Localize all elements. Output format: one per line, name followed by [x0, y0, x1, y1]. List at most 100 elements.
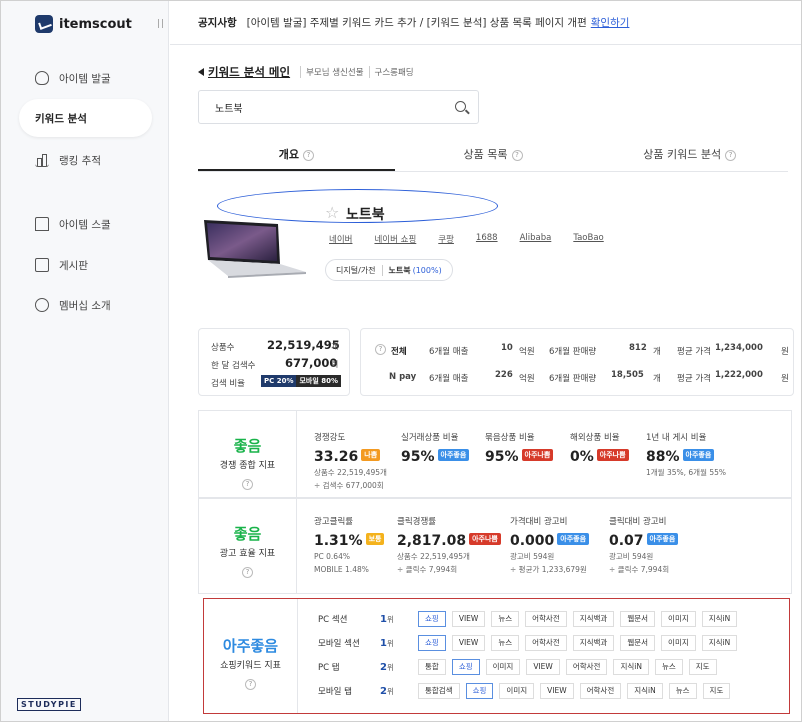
link-taobao[interactable]: TaoBao	[573, 233, 603, 245]
rank-value: 1	[380, 637, 387, 649]
recent-keyword[interactable]: 구스롱패딩	[368, 66, 419, 78]
membership-icon	[35, 298, 49, 312]
sidebar-item-label: 게시판	[59, 259, 88, 272]
tab-chip: 쇼핑	[465, 683, 494, 699]
shopping-keyword-indicator: 아주좋음 쇼핑키워드 지표 ? PC 섹션 1위 쇼핑 VIEW 뉴스 어학사전…	[203, 598, 790, 714]
price-value: 1,234,000	[715, 343, 763, 353]
link-alibaba[interactable]: Alibaba	[520, 233, 552, 245]
sidebar-item-label: 키워드 분석	[35, 112, 87, 125]
help-icon[interactable]: ?	[725, 149, 737, 161]
school-icon	[35, 217, 49, 231]
tab-chip: 통합	[418, 659, 446, 675]
recent-keyword[interactable]: 부모님 생신선물	[300, 66, 368, 78]
link-coupang[interactable]: 쿠팡	[438, 233, 454, 245]
section-chip: 어학사전	[525, 611, 567, 627]
metric-label: 실거래상품 비율	[401, 433, 459, 443]
sidebar-item-membership[interactable]: 멤버십 소개	[19, 286, 152, 324]
status-badge: 아주나쁨	[596, 449, 629, 461]
rank: 1위	[380, 638, 418, 649]
search-count-value: 677,000	[285, 356, 338, 370]
tab-overview[interactable]: 개요?	[198, 140, 395, 171]
qty-label: 6개월 판매량	[549, 374, 597, 384]
section-chip: 쇼핑	[418, 611, 446, 627]
metric-value: 88%	[646, 449, 680, 465]
collapse-sidebar-icon[interactable]	[158, 19, 163, 28]
metric-value: 1.31%	[314, 533, 363, 549]
metric-ad-ctr: 광고클릭률 1.31% 보통 PC 0.64% MOBILE 1.48%	[314, 515, 385, 575]
section-chip: 뉴스	[491, 611, 520, 627]
products-value: 22,519,495	[267, 338, 340, 352]
tab-product-list[interactable]: 상품 목록?	[395, 140, 592, 171]
sidebar-item-ranking[interactable]: 랭킹 추적	[19, 141, 152, 179]
favorite-star-icon[interactable]: ☆	[325, 203, 339, 222]
notice-link[interactable]: 확인하기	[591, 15, 630, 30]
search-box	[198, 90, 479, 124]
rank-value: 2	[380, 661, 387, 673]
rank-unit: 위	[386, 662, 394, 672]
metric-sub: 상품수 22,519,495개	[314, 468, 387, 477]
sidebar-item-keyword-analysis[interactable]: 키워드 분석	[19, 99, 498, 223]
indicator-summary: 아주좋음 쇼핑키워드 지표 ?	[204, 599, 298, 713]
sidebar-item-label: 멤버십 소개	[59, 299, 111, 312]
grade: 좋음	[233, 525, 262, 543]
metric-label: 묶음상품 비율	[485, 433, 535, 443]
help-icon[interactable]: ?	[511, 149, 523, 161]
metric-sub: 1개월 35%, 6개월 55%	[646, 468, 727, 477]
subcategory-label: 노트북	[381, 264, 411, 276]
back-arrow-icon[interactable]	[198, 68, 204, 76]
price-unit: 원	[781, 347, 789, 357]
category-badge[interactable]: 디지털/가전 노트북 (100%)	[325, 259, 453, 281]
mobile-ratio: 모바일 80%	[296, 375, 341, 387]
status-badge: 아주좋음	[682, 449, 715, 461]
sales-stats: ? 전체 N pay 6개월 매출 10 억원 6개월 판매량 812 개 평균…	[360, 328, 794, 396]
metric-overseas: 해외상품 비율 0% 아주나쁨	[570, 431, 629, 465]
metric-label: 해외상품 비율	[570, 433, 620, 443]
help-icon[interactable]: ?	[242, 479, 253, 490]
page-title[interactable]: 키워드 분석 메인	[208, 64, 290, 80]
rank-unit: 위	[386, 686, 394, 696]
price-label: 평균 가격	[677, 347, 711, 357]
row-label: PC 탭	[318, 663, 340, 673]
sidebar-item-board[interactable]: 게시판	[19, 246, 152, 284]
tab-product-keyword[interactable]: 상품 키워드 분석?	[591, 140, 788, 171]
section-chip: VIEW	[451, 635, 486, 651]
sidebar-item-label: 아이템 발굴	[59, 72, 111, 85]
search-input[interactable]	[215, 101, 435, 113]
metric-label: 클릭대비 광고비	[609, 517, 667, 527]
sidebar-item-school[interactable]: 아이템 스쿨	[19, 205, 152, 243]
sidebar-item-item-discovery[interactable]: 아이템 발굴	[19, 59, 152, 97]
status-badge: 아주좋음	[557, 533, 590, 545]
search-icon[interactable]	[455, 101, 466, 112]
link-1688[interactable]: 1688	[476, 233, 498, 245]
section-chip: 지식iN	[701, 611, 738, 627]
row-label: 모바일 탭	[318, 687, 352, 697]
qty-value: 18,505	[611, 370, 644, 380]
link-naver[interactable]: 네이버	[329, 233, 352, 245]
external-links: 네이버 네이버 쇼핑 쿠팡 1688 Alibaba TaoBao	[329, 233, 626, 245]
tab-chip: 뉴스	[668, 683, 697, 699]
metric-sub: MOBILE 1.48%	[314, 565, 369, 574]
notice-bar: 공지사항 [아이템 발굴] 주제별 키워드 카드 추가 / [키워드 분석] 상…	[170, 1, 801, 45]
status-badge: 아주나쁨	[521, 449, 554, 461]
help-icon[interactable]: ?	[242, 567, 253, 578]
breadcrumb: 키워드 분석 메인 부모님 생신선물 구스롱패딩	[198, 64, 419, 80]
help-icon[interactable]: ?	[245, 679, 256, 690]
metric-label: 1년 내 게시 비율	[646, 433, 707, 443]
tab-chip: 어학사전	[579, 683, 622, 699]
tab-chip: 지식iN	[613, 659, 649, 675]
help-icon[interactable]: ?	[375, 344, 386, 355]
sales-label: 6개월 매출	[429, 374, 469, 384]
row-label: PC 섹션	[318, 615, 348, 625]
bulb-icon	[35, 71, 49, 85]
help-icon[interactable]: ?	[302, 149, 314, 161]
rank-value: 2	[380, 685, 387, 697]
tab-chip: 이미지	[485, 659, 521, 675]
rank: 2위	[380, 686, 418, 697]
link-naver-shopping[interactable]: 네이버 쇼핑	[374, 233, 416, 245]
logo[interactable]: itemscout	[35, 15, 132, 33]
tab-chip: 어학사전	[565, 659, 608, 675]
rank-unit: 위	[386, 638, 394, 648]
tab-chip: VIEW	[540, 683, 574, 699]
tab-chip: 쇼핑	[451, 659, 480, 675]
tab-row-mobile: 모바일 탭 2위 통합검색 쇼핑 이미지 VIEW 어학사전 지식iN 뉴스 지…	[318, 683, 736, 699]
